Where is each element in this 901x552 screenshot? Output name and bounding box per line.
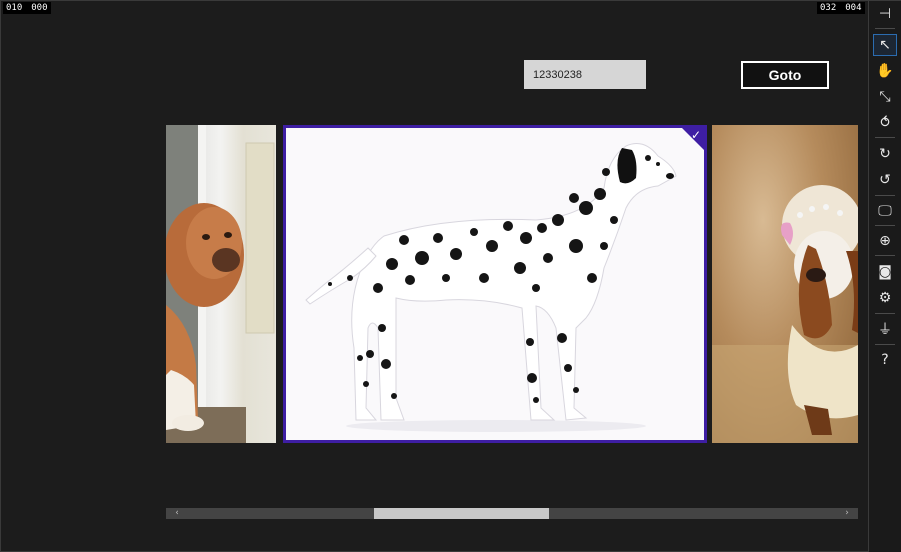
toolbar-divider — [875, 195, 895, 196]
carousel-photo-previous[interactable] — [166, 125, 276, 443]
carousel-photo-next[interactable] — [712, 125, 858, 443]
gear-icon[interactable]: ⚙ — [873, 287, 897, 309]
basset-hound-photo — [712, 185, 858, 443]
toolbar-divider — [875, 137, 895, 138]
puppy-photo — [166, 125, 275, 443]
counter-value: 004 — [845, 3, 862, 13]
checkmark-icon: ✓ — [690, 128, 701, 142]
camera-icon[interactable]: ◙ — [873, 261, 897, 283]
top-left-counter: 010 000 — [3, 2, 51, 14]
app-window: 010 000 032 004 Goto — [0, 0, 901, 552]
scroll-right-icon[interactable]: › — [840, 508, 854, 519]
swipe-icon[interactable]: ⥀ — [873, 112, 897, 134]
scroll-left-icon[interactable]: ‹ — [170, 508, 184, 519]
help-icon[interactable]: ? — [873, 349, 897, 371]
toolbar-divider — [875, 344, 895, 345]
right-toolbar: ⊣ ↖ ✋ ⤡ ⥀ ↻ ↺ 🖵 ⊕ ◙ ⚙ ⏚ ? — [868, 1, 901, 552]
rotate-cw-icon[interactable]: ↻ — [873, 143, 897, 165]
carousel-photo-selected[interactable]: ✓ — [283, 125, 707, 443]
top-right-counter: 032 004 — [817, 2, 865, 14]
pinch-icon[interactable]: ⤡ — [873, 86, 897, 108]
rotate-ccw-icon[interactable]: ↺ — [873, 169, 897, 191]
hand-icon[interactable]: ✋ — [873, 60, 897, 82]
globe-icon[interactable]: ⊕ — [873, 230, 897, 252]
counter-value: 000 — [31, 3, 48, 13]
goto-button[interactable]: Goto — [741, 61, 829, 89]
pointer-icon[interactable]: ↖ — [873, 34, 897, 56]
monitor-icon[interactable]: 🖵 — [873, 200, 897, 222]
counter-value: 010 — [6, 3, 23, 13]
toolbar-divider — [875, 255, 895, 256]
toolbar-divider — [875, 28, 895, 29]
network-icon[interactable]: ⏚ — [873, 319, 897, 341]
toolbar-divider — [875, 313, 895, 314]
scroll-thumb[interactable] — [374, 508, 549, 519]
dalmatian-photo — [305, 143, 677, 432]
image-id-input[interactable] — [524, 60, 646, 89]
pin-icon[interactable]: ⊣ — [873, 3, 897, 25]
carousel-scrollbar[interactable]: ‹ › — [166, 508, 858, 519]
counter-value: 032 — [820, 3, 837, 13]
toolbar-divider — [875, 225, 895, 226]
